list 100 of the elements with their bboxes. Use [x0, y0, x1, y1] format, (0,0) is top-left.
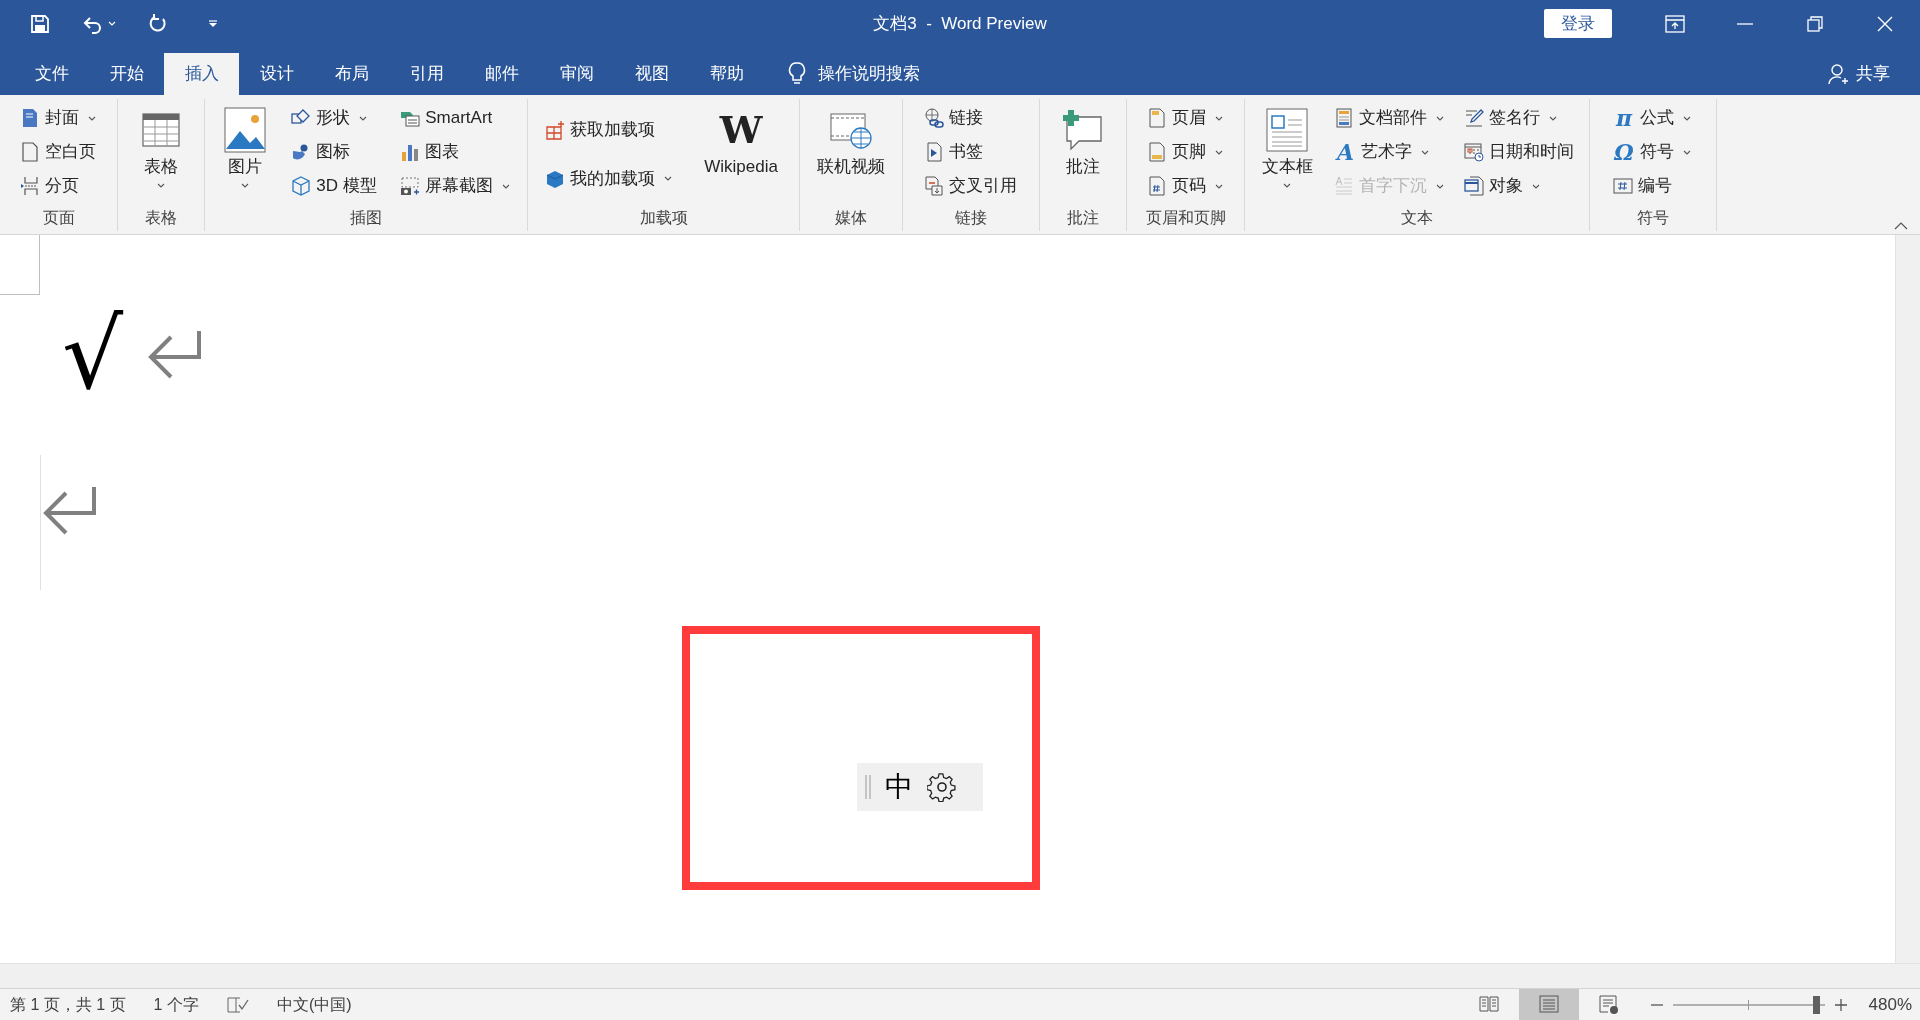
number-icon [1613, 176, 1633, 196]
word-count[interactable]: 1 个字 [153, 992, 199, 1017]
redo-icon[interactable] [148, 13, 168, 34]
zoom-slider[interactable] [1672, 995, 1825, 1014]
caret-icon [664, 176, 673, 181]
caret-icon [1421, 149, 1430, 155]
group-label: 符号 [1636, 208, 1670, 228]
ribbon-button[interactable]: 图片 [219, 101, 270, 207]
input-mode-button[interactable]: 中 [885, 772, 913, 802]
proofing-icon[interactable] [226, 995, 249, 1014]
ribbon-button[interactable]: 页码 [1146, 169, 1225, 203]
wikipedia-logo-icon: W [719, 107, 763, 153]
save-icon[interactable] [30, 13, 50, 34]
share-button[interactable]: 共享 [1828, 53, 1890, 95]
add-grid-icon [545, 119, 566, 140]
zoom-level[interactable]: 480% [1868, 991, 1912, 1018]
zoom-in-icon[interactable] [1834, 998, 1847, 1011]
ribbon-button[interactable]: 表格 [137, 101, 185, 207]
caret-icon [1683, 149, 1691, 155]
ribbon-tab[interactable]: 插入 [164, 53, 239, 95]
cross-reference-icon [923, 176, 944, 196]
ribbon-button[interactable]: 屏幕截图 [400, 169, 513, 203]
ribbon-button[interactable]: 批注 [1057, 101, 1109, 207]
footer-icon [1146, 142, 1167, 162]
ribbon-tab[interactable]: 审阅 [539, 53, 614, 95]
close-icon[interactable] [1877, 15, 1893, 32]
ribbon-tab[interactable]: 帮助 [689, 53, 764, 95]
ribbon-button[interactable]: 形状 [291, 101, 379, 135]
ribbon-button[interactable]: π 公式 [1613, 101, 1693, 135]
vertical-scrollbar[interactable] [1895, 235, 1920, 963]
ribbon-tab[interactable]: 引用 [389, 53, 464, 95]
caret-icon[interactable] [108, 20, 116, 27]
window-title: 文档3 - Word Preview [873, 12, 1047, 35]
ribbon-button[interactable]: 我的加载项 [545, 161, 675, 196]
group-label: 媒体 [834, 208, 868, 228]
crop-mark [0, 235, 40, 295]
ribbon-tab[interactable]: 开始 [89, 53, 164, 95]
caret-icon [1214, 183, 1223, 189]
caret-icon [1436, 183, 1445, 189]
ribbon-button[interactable]: 3D 模型 [291, 169, 379, 203]
ribbon-button[interactable]: 联机视频 [813, 101, 889, 207]
page-count[interactable]: 第 1 页，共 1 页 [10, 992, 126, 1017]
ribbon-button[interactable]: 页眉 [1146, 101, 1225, 135]
symbol-icon: Ω [1613, 141, 1635, 163]
page-number-icon [1146, 176, 1167, 196]
ribbon-tab[interactable]: 视图 [614, 53, 689, 95]
read-mode-icon [1478, 995, 1499, 1014]
ribbon-button[interactable]: 日期和时间 [1464, 135, 1577, 169]
ribbon-button[interactable]: 获取加载项 [545, 112, 675, 147]
zoom-slider-thumb[interactable] [1813, 995, 1821, 1014]
restore-icon[interactable] [1807, 15, 1823, 32]
symbol-icon: π [1613, 107, 1635, 129]
ribbon-button[interactable]: 页脚 [1146, 135, 1225, 169]
ribbon-tab[interactable]: 文件 [14, 53, 89, 95]
ribbon-button[interactable]: 图表 [400, 135, 513, 169]
language-indicator[interactable]: 中文(中国) [276, 992, 352, 1017]
ribbon-button[interactable]: 链接 [923, 101, 1019, 135]
caret-icon [87, 115, 96, 121]
tell-me-search[interactable]: 操作说明搜索 [818, 61, 920, 87]
ribbon-tab[interactable]: 设计 [239, 53, 314, 95]
ribbon-button[interactable]: 分页 [19, 169, 98, 203]
group-label: 批注 [1066, 208, 1100, 228]
caret-icon [1532, 183, 1541, 189]
group-label: 加载项 [638, 208, 689, 228]
ribbon-button[interactable]: 封面 [19, 101, 98, 135]
grip-icon[interactable] [865, 775, 871, 799]
calendar-icon [1464, 142, 1485, 162]
ribbon-tab[interactable]: 邮件 [464, 53, 539, 95]
collapse-ribbon-icon[interactable] [1894, 222, 1908, 230]
object-icon [1464, 176, 1485, 196]
ribbon-button[interactable]: 文本框 [1257, 101, 1317, 207]
caret-icon [1683, 115, 1691, 121]
person-add-icon [1828, 63, 1848, 85]
page-break-icon [19, 176, 40, 196]
sign-in-button[interactable]: 登录 [1544, 9, 1612, 38]
ribbon-button[interactable]: 对象 [1464, 169, 1577, 203]
cube-icon [545, 168, 566, 189]
ribbon-button[interactable]: W Wikipedia [700, 101, 782, 207]
ribbon-display-icon[interactable] [1665, 14, 1685, 33]
ribbon-button[interactable]: 文档部件 [1334, 101, 1447, 135]
ribbon-button[interactable]: Ω 符号 [1613, 135, 1693, 169]
ribbon-button[interactable]: 书签 [923, 135, 1019, 169]
ribbon-button[interactable]: 编号 [1613, 169, 1693, 203]
caret-icon [240, 183, 249, 188]
ribbon-button[interactable]: 交叉引用 [923, 169, 1019, 203]
ribbon-button[interactable]: A 艺术字 [1334, 135, 1447, 169]
minimize-icon[interactable] [1737, 22, 1753, 25]
header-icon [1146, 108, 1167, 128]
text-box-icon [1266, 107, 1309, 153]
ribbon-button[interactable]: 签名行 [1464, 101, 1577, 135]
customize-caret-icon[interactable] [208, 19, 218, 28]
group-label: 文本 [1400, 208, 1434, 228]
zoom-out-icon[interactable] [1650, 1003, 1663, 1006]
ribbon-button[interactable]: 图标 [291, 135, 379, 169]
caret-icon [359, 115, 368, 121]
ribbon-button[interactable]: 空白页 [19, 135, 98, 169]
ribbon-tab[interactable]: 布局 [314, 53, 389, 95]
ribbon-button[interactable]: SmartArt [400, 101, 513, 135]
settings-icon[interactable] [927, 772, 957, 802]
horizontal-scrollbar[interactable] [0, 963, 1920, 988]
